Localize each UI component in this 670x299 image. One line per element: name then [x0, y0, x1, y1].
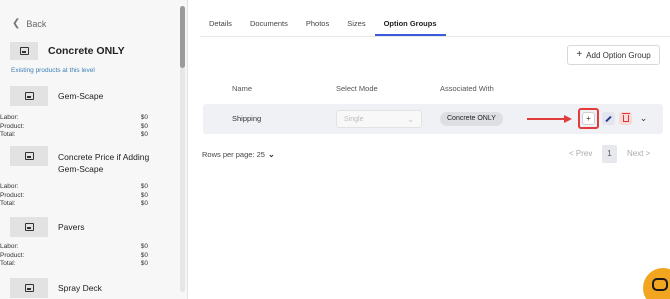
- product-item-gem-scape[interactable]: Gem-Scape: [10, 86, 170, 106]
- image-icon: [24, 92, 34, 100]
- rows-per-page-select[interactable]: Rows per page: 25 ⌄: [202, 150, 275, 159]
- product-thumbnail: [10, 86, 48, 106]
- pencil-icon: [605, 115, 612, 122]
- product-costs: Labor: $0 Product: $0 Total: $0: [0, 114, 148, 140]
- total-label: Total:: [0, 260, 16, 267]
- product-label: Product:: [0, 251, 25, 259]
- chevron-down-icon: ⌄: [407, 115, 414, 124]
- image-icon: [24, 284, 34, 292]
- edit-button[interactable]: [602, 112, 615, 125]
- product-costs: Labor: $0 Product: $0 Total: $0: [0, 183, 148, 209]
- product-value: $0: [140, 191, 148, 199]
- labor-value: $0: [140, 183, 148, 190]
- product-costs: Labor: $0 Product: $0 Total: $0: [0, 243, 148, 269]
- chat-icon: [652, 278, 668, 291]
- product-name: Gem-Scape: [58, 91, 104, 101]
- plus-icon: +: [586, 114, 591, 123]
- column-header-name: Name: [232, 84, 253, 93]
- chevron-down-icon: ⌄: [639, 113, 648, 123]
- add-option-button[interactable]: +: [582, 112, 595, 125]
- sidebar-scrollbar[interactable]: [180, 6, 185, 292]
- image-icon: [19, 47, 29, 55]
- labor-label: Labor:: [0, 114, 19, 121]
- delete-button[interactable]: [619, 112, 632, 125]
- total-value: $0: [140, 200, 148, 207]
- next-page-button[interactable]: Next >: [627, 145, 650, 163]
- tab-sizes[interactable]: Sizes: [338, 14, 374, 36]
- total-label: Total:: [0, 200, 16, 207]
- current-page[interactable]: 1: [602, 145, 617, 163]
- product-name: Spray Deck: [58, 283, 102, 293]
- total-value: $0: [140, 131, 148, 138]
- option-group-name: Shipping: [232, 114, 262, 123]
- tab-divider: [200, 36, 670, 37]
- product-name: Concrete Price if Adding Gem-Scape: [58, 152, 150, 174]
- back-link[interactable]: ❮ Back: [12, 18, 46, 29]
- chevron-down-icon: ⌄: [267, 150, 275, 159]
- product-item-pavers[interactable]: Pavers: [10, 217, 170, 237]
- tab-details[interactable]: Details: [200, 14, 241, 36]
- current-product: Concrete ONLY: [10, 42, 125, 60]
- rows-per-page-label: Rows per page: 25: [202, 150, 265, 159]
- labor-label: Labor:: [0, 243, 19, 250]
- column-header-select-mode: Select Mode: [336, 84, 378, 93]
- current-product-title: Concrete ONLY: [48, 45, 125, 57]
- add-option-group-button[interactable]: + Add Option Group: [567, 45, 660, 65]
- product-value: $0: [140, 251, 148, 259]
- product-thumbnail: [10, 42, 38, 60]
- annotation-arrow: [527, 118, 567, 120]
- trash-icon: [621, 113, 630, 122]
- associated-with-chip: Concrete ONLY: [440, 112, 503, 126]
- image-icon: [24, 223, 34, 231]
- image-icon: [24, 152, 34, 160]
- product-item-concrete-price[interactable]: Concrete Price if Adding Gem-Scape: [10, 146, 170, 175]
- add-option-group-label: Add Option Group: [586, 50, 651, 60]
- tab-photos[interactable]: Photos: [297, 14, 338, 36]
- product-name: Pavers: [58, 222, 85, 232]
- labor-value: $0: [140, 114, 148, 121]
- column-header-associated-with: Associated With: [440, 84, 494, 93]
- plus-icon: +: [576, 49, 583, 60]
- annotation-arrow-head: [564, 114, 572, 123]
- existing-products-caption: Existing products at this level: [11, 67, 95, 74]
- chevron-left-icon: ❮: [12, 18, 21, 29]
- select-mode-value: Single: [344, 116, 364, 123]
- product-sidebar: ❮ Back Concrete ONLY Existing products a…: [0, 0, 188, 299]
- scrollbar-thumb[interactable]: [180, 6, 185, 68]
- back-label: Back: [26, 18, 47, 29]
- product-label: Product:: [0, 122, 25, 130]
- total-value: $0: [140, 260, 148, 267]
- total-label: Total:: [0, 131, 16, 138]
- expand-row-button[interactable]: ⌄: [637, 112, 650, 125]
- labor-value: $0: [140, 243, 148, 250]
- product-thumbnail: [10, 278, 48, 298]
- tab-option-groups[interactable]: Option Groups: [374, 14, 446, 36]
- prev-page-button[interactable]: < Prev: [569, 145, 592, 163]
- labor-label: Labor:: [0, 183, 19, 190]
- product-value: $0: [140, 122, 148, 130]
- product-item-spray-deck[interactable]: Spray Deck: [10, 278, 170, 298]
- product-thumbnail: [10, 146, 48, 166]
- select-mode-dropdown[interactable]: Single ⌄: [336, 110, 422, 128]
- product-label: Product:: [0, 191, 25, 199]
- tab-bar: Details Documents Photos Sizes Option Gr…: [200, 14, 446, 36]
- tab-documents[interactable]: Documents: [241, 14, 297, 36]
- product-thumbnail: [10, 217, 48, 237]
